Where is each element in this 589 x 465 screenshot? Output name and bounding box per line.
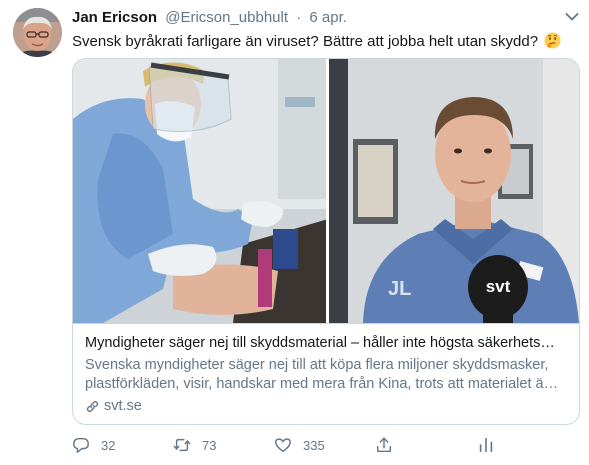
link-card[interactable]: JL svt Myndigheter säger nej till skydds… — [72, 58, 580, 425]
author-name[interactable]: Jan Ericson — [72, 9, 157, 26]
svt-logo-text: svt — [486, 277, 511, 296]
tweet[interactable]: Jan Ericson @Ericson_ubbhult · 6 apr. Sv… — [0, 0, 589, 465]
chevron-down-icon[interactable] — [565, 12, 579, 22]
avatar[interactable] — [13, 8, 62, 57]
author-handle[interactable]: @Ericson_ubbhult — [165, 9, 288, 26]
reply-count: 32 — [101, 437, 116, 453]
retweet-icon — [173, 438, 191, 452]
avatar-image — [13, 8, 62, 57]
card-domain-text: svt.se — [104, 398, 142, 414]
separator-dot: · — [296, 9, 302, 26]
reply-button[interactable]: 32 — [72, 436, 115, 454]
tweet-text-content: Svensk byråkrati farligare än viruset? B… — [72, 33, 539, 50]
reply-icon — [73, 437, 89, 453]
thinking-face-emoji — [544, 32, 561, 49]
share-button[interactable] — [375, 436, 393, 454]
card-title: Myndigheter säger nej till skyddsmateria… — [85, 335, 555, 351]
like-button[interactable]: 335 — [274, 436, 325, 454]
analytics-icon — [479, 437, 493, 453]
like-count: 335 — [303, 437, 325, 453]
tweet-header: Jan Ericson @Ericson_ubbhult · 6 apr. — [72, 9, 347, 29]
svg-text:JL: JL — [388, 278, 411, 300]
analytics-button[interactable] — [477, 436, 495, 454]
news-photo: JL svt — [73, 59, 579, 323]
card-domain: svt.se — [85, 397, 567, 416]
retweet-button[interactable]: 73 — [173, 436, 216, 454]
tweet-actions: 32 73 335 — [72, 436, 502, 456]
retweet-count: 73 — [202, 437, 217, 453]
link-icon — [86, 400, 99, 413]
tweet-text: Svensk byråkrati farligare än viruset? B… — [72, 32, 561, 51]
heart-icon — [275, 438, 291, 453]
card-body: Myndigheter säger nej till skyddsmateria… — [73, 323, 579, 424]
card-description: Svenska myndigheter säger nej till att k… — [85, 357, 559, 392]
tweet-date[interactable]: 6 apr. — [309, 9, 347, 26]
card-image: JL svt — [73, 59, 579, 323]
share-icon — [376, 437, 392, 453]
